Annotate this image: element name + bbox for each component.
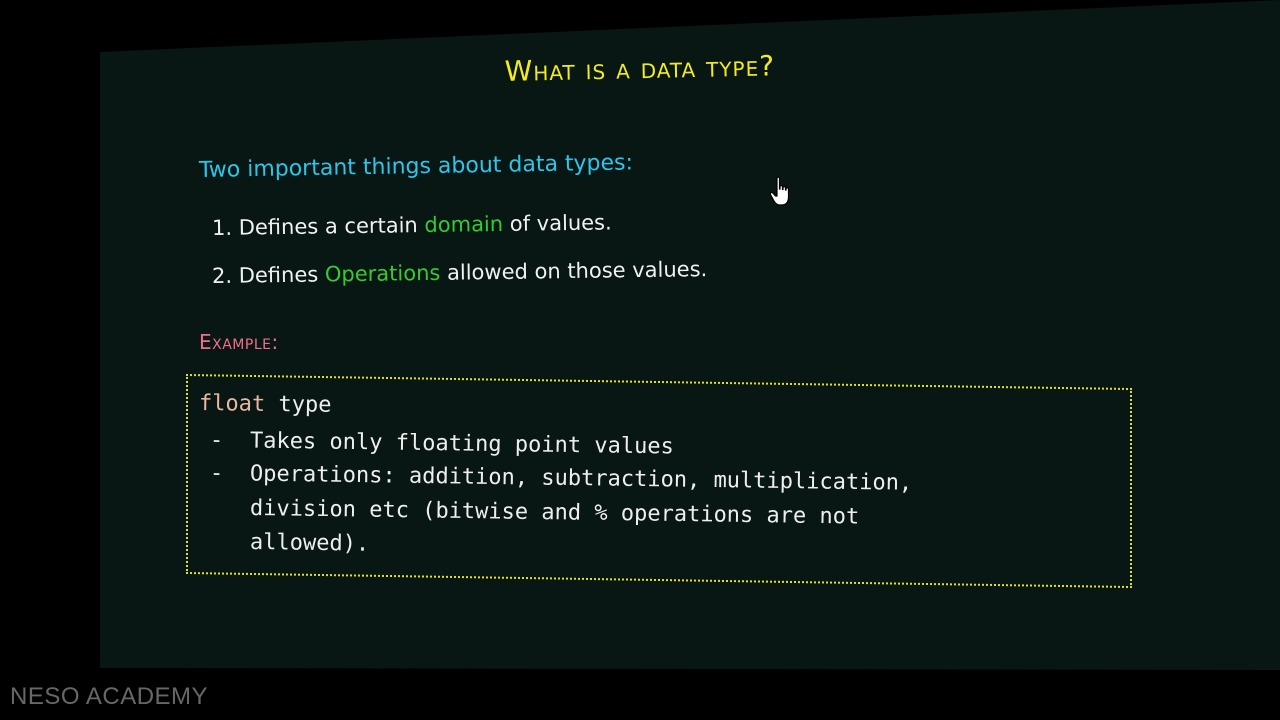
point-1-text-after: of values. bbox=[509, 210, 612, 236]
point-1-highlight: domain bbox=[424, 211, 504, 238]
example-code-line-1: float type bbox=[199, 391, 332, 418]
point-1-text-before: Defines a certain bbox=[238, 213, 418, 240]
channel-watermark: NESO ACADEMY bbox=[10, 683, 209, 710]
example-bullet-2-continuation-2: allowed). bbox=[249, 530, 370, 557]
bullet-dash: - bbox=[209, 428, 224, 454]
point-2-number: 2. bbox=[211, 263, 233, 288]
bullet-dash: - bbox=[209, 461, 224, 487]
example-label: Example: bbox=[199, 330, 279, 354]
float-keyword: float bbox=[198, 391, 266, 417]
point-1-number: 1. bbox=[211, 215, 233, 240]
hand-pointer-icon bbox=[769, 176, 790, 206]
point-2-text-after: allowed on those values. bbox=[446, 257, 708, 285]
type-word: type bbox=[265, 391, 332, 418]
point-2-highlight: Operations bbox=[324, 260, 441, 287]
point-2-text-before: Defines bbox=[238, 262, 319, 288]
video-frame: What is a data type? Two important thing… bbox=[0, 0, 1280, 720]
